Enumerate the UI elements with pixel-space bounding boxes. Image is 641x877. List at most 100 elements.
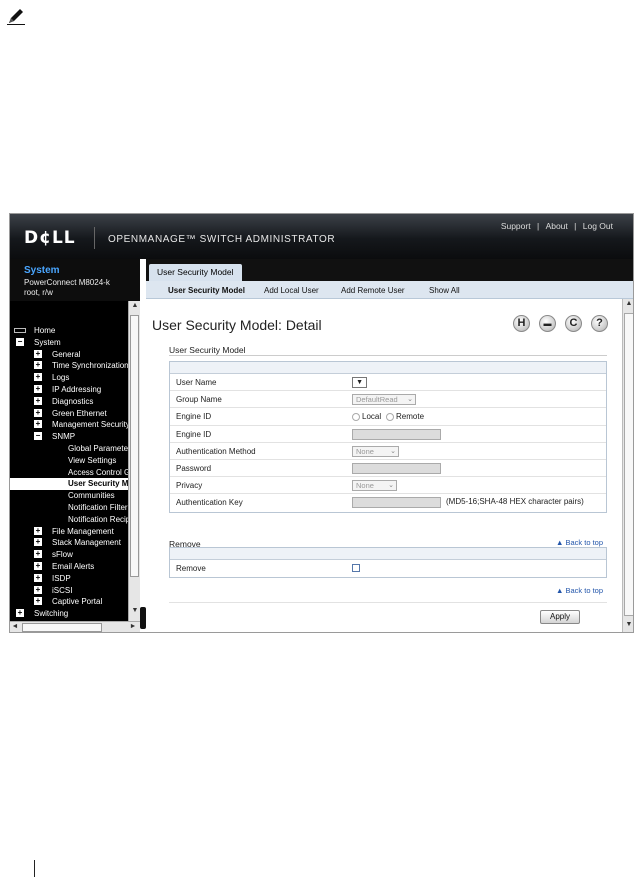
subtab-bar: User Security Model Add Local User Add R… <box>146 281 633 299</box>
tree-item[interactable]: + Green Ethernet <box>10 408 128 420</box>
tree-item[interactable]: User Security Model <box>10 478 128 491</box>
scroll-right-icon[interactable]: ► <box>128 623 138 630</box>
tree-item[interactable]: + File Management <box>10 526 128 538</box>
tree-item-label: User Security Model <box>68 479 128 489</box>
tree-item[interactable]: + Switching <box>10 608 128 620</box>
collapse-icon[interactable]: − <box>34 432 42 441</box>
print-icon[interactable]: ▬ <box>539 315 556 332</box>
expand-icon[interactable]: + <box>34 573 42 582</box>
expand-icon[interactable]: + <box>34 538 42 547</box>
tree-item[interactable]: + General <box>10 349 128 361</box>
password-input[interactable] <box>352 462 441 474</box>
save-icon[interactable]: H <box>513 315 530 332</box>
row-auth-key: Authentication Key (MD5-16;SHA-48 HEX ch… <box>170 494 606 511</box>
about-link[interactable]: About <box>546 221 568 231</box>
tree-item[interactable]: + Logs <box>10 372 128 384</box>
expand-icon[interactable]: + <box>34 385 42 393</box>
tree-item[interactable]: + Management Security <box>10 419 128 431</box>
privacy-value: None <box>356 481 374 491</box>
tree-item-label: Management Security <box>52 420 128 430</box>
row-user-name: User Name ▼ <box>170 374 606 392</box>
expand-icon[interactable]: + <box>34 597 42 606</box>
engine-remote-label: Remote <box>396 412 425 422</box>
scroll-left-icon[interactable]: ◄ <box>10 623 20 630</box>
tree-item[interactable]: − SNMP <box>10 431 128 443</box>
tree-item[interactable]: + Email Alerts <box>10 561 128 573</box>
expand-icon[interactable]: + <box>34 396 42 405</box>
support-link[interactable]: Support <box>501 221 531 231</box>
expand-icon[interactable]: + <box>34 420 42 429</box>
tree-item[interactable]: + Captive Portal <box>10 596 128 608</box>
tree-item[interactable]: Communities <box>10 490 128 502</box>
app-window: D¢LL OPENMANAGE™ SWITCH ADMINISTRATOR Su… <box>9 213 634 633</box>
refresh-icon[interactable]: C <box>565 315 582 332</box>
tree-item[interactable]: + Time Synchronization <box>10 360 128 372</box>
dell-logo: D¢LL <box>24 228 76 248</box>
tree-item[interactable]: − System <box>10 337 128 349</box>
expand-icon[interactable]: + <box>34 550 42 559</box>
expand-icon[interactable]: + <box>16 609 24 618</box>
subtab-add-local-user[interactable]: Add Local User <box>264 286 319 295</box>
expand-icon[interactable]: + <box>34 349 42 358</box>
row-group-name: Group Name DefaultRead ⌄ <box>170 391 606 409</box>
tree-horizontal-scrollbar[interactable]: ◄ ► <box>10 621 140 632</box>
tree-item[interactable]: Notification Recipients <box>10 514 128 526</box>
tree-item-label: Home <box>34 326 56 335</box>
tree-item[interactable]: View Settings <box>10 455 128 467</box>
scroll-down-icon[interactable]: ▼ <box>624 621 633 628</box>
tree-item-label: sFlow <box>52 550 73 560</box>
tree-item-label: Diagnostics <box>52 396 94 406</box>
tree-item-label: Stack Management <box>52 538 121 548</box>
logout-link[interactable]: Log Out <box>583 221 613 231</box>
tab-user-security-model[interactable]: User Security Model <box>149 264 242 281</box>
chevron-down-icon: ⌄ <box>390 447 396 455</box>
subtab-add-remote-user[interactable]: Add Remote User <box>341 286 405 295</box>
tree-item[interactable]: Global Parameters <box>10 443 128 455</box>
apply-button[interactable]: Apply <box>540 610 580 624</box>
tree-item[interactable]: Access Control Group <box>10 467 128 479</box>
engine-remote-radio[interactable] <box>386 413 394 422</box>
expand-icon[interactable]: + <box>34 562 42 570</box>
help-icon[interactable]: ? <box>591 315 608 332</box>
user-name-select[interactable]: ▼ <box>352 377 367 388</box>
tree-item[interactable]: + IP Addressing <box>10 384 128 396</box>
tree-item[interactable]: Home <box>10 325 128 337</box>
tree-item[interactable]: + iSCSI <box>10 585 128 597</box>
subtab-user-security-model[interactable]: User Security Model <box>168 286 245 295</box>
tree-vertical-scrollbar[interactable]: ▲ ▼ <box>128 301 140 621</box>
tree-item[interactable]: Notification Filter <box>10 502 128 514</box>
auth-key-input[interactable] <box>352 497 441 509</box>
tree-item[interactable]: + sFlow <box>10 549 128 561</box>
back-to-top-link[interactable]: ▲ Back to top <box>556 538 603 547</box>
subtab-show-all[interactable]: Show All <box>429 286 460 295</box>
auth-method-label: Authentication Method <box>176 446 256 456</box>
expand-icon[interactable]: + <box>34 526 42 535</box>
expand-icon[interactable]: + <box>34 361 42 370</box>
scroll-thumb[interactable] <box>22 623 102 632</box>
header-bar: D¢LL OPENMANAGE™ SWITCH ADMINISTRATOR Su… <box>10 214 633 259</box>
content-vertical-scrollbar[interactable]: ▲ ▼ <box>622 299 633 632</box>
scroll-thumb[interactable] <box>624 313 633 616</box>
back-to-top-link[interactable]: ▲ Back to top <box>556 586 603 595</box>
expand-icon[interactable]: + <box>34 373 42 382</box>
scroll-thumb[interactable] <box>130 315 139 577</box>
scroll-up-icon[interactable]: ▲ <box>624 300 633 307</box>
usm-section-title: User Security Model <box>169 345 246 355</box>
expand-icon[interactable]: + <box>34 585 42 594</box>
group-name-select[interactable]: DefaultRead ⌄ <box>352 394 416 406</box>
remove-checkbox[interactable] <box>352 564 360 572</box>
privacy-select[interactable]: None ⌄ <box>352 480 397 492</box>
engine-local-radio[interactable] <box>352 413 360 422</box>
auth-method-select[interactable]: None ⌄ <box>352 445 399 457</box>
scroll-down-icon[interactable]: ▼ <box>130 607 140 614</box>
scroll-up-icon[interactable]: ▲ <box>130 302 140 309</box>
tree-item[interactable]: + Stack Management <box>10 537 128 549</box>
page-title: User Security Model: Detail <box>152 317 322 333</box>
tree-item[interactable]: + ISDP <box>10 573 128 585</box>
collapse-icon[interactable]: − <box>16 337 24 346</box>
auth-method-value: None <box>356 446 374 456</box>
expand-icon[interactable]: + <box>34 408 42 417</box>
engine-id-input[interactable] <box>352 428 441 440</box>
section-divider <box>169 602 607 603</box>
tree-item[interactable]: + Diagnostics <box>10 396 128 408</box>
